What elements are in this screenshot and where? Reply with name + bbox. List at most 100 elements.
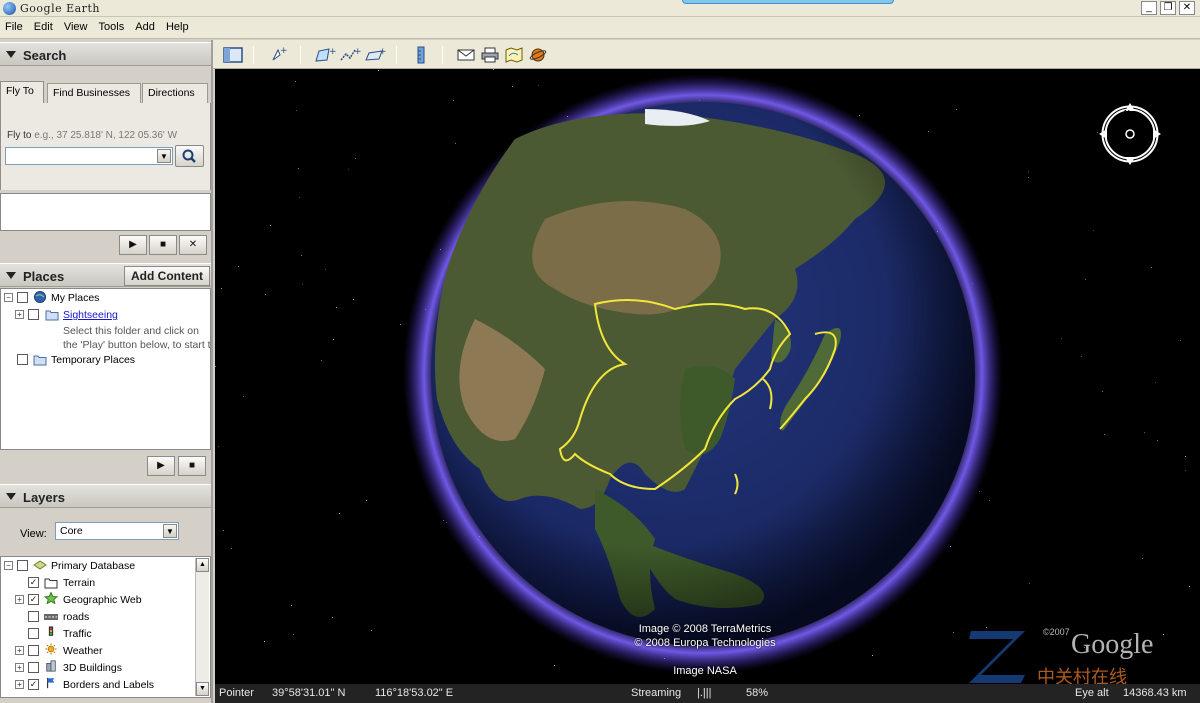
- compass-north-label: N: [1124, 109, 1130, 118]
- view-in-maps-button[interactable]: [503, 44, 525, 66]
- add-content-button[interactable]: Add Content: [124, 266, 210, 286]
- scroll-down-arrow-icon[interactable]: ▼: [196, 682, 209, 696]
- sightseeing-link[interactable]: Sightseeing: [63, 309, 118, 321]
- restore-button[interactable]: ❐: [1160, 1, 1176, 15]
- image-overlay-button[interactable]: +: [364, 44, 387, 66]
- layer-row-terrain[interactable]: ✓ Terrain: [1, 574, 196, 591]
- search-results-box[interactable]: [0, 193, 211, 231]
- scroll-up-arrow-icon[interactable]: ▲: [196, 558, 209, 572]
- layer-row-3d-buildings[interactable]: + 3D Buildings: [1, 659, 196, 676]
- menu-help[interactable]: Help: [161, 17, 192, 33]
- chevron-down-icon[interactable]: ▼: [163, 524, 177, 538]
- close-window-button[interactable]: ✕: [1179, 1, 1195, 15]
- expand-toggle-icon[interactable]: +: [15, 646, 24, 655]
- description-line-2: the 'Play' button below, to start th: [63, 339, 211, 351]
- title-bar: Google Earth _ ❐ ✕: [0, 0, 1200, 17]
- places-section-header[interactable]: Places Add Content: [0, 263, 211, 287]
- layer-label: Traffic: [63, 628, 92, 640]
- collapse-triangle-icon[interactable]: [6, 51, 16, 58]
- layer-checkbox[interactable]: [28, 662, 39, 673]
- attribution-nasa: Image NASA: [673, 665, 737, 677]
- stop-button[interactable]: ■: [149, 235, 177, 255]
- layer-row-weather[interactable]: + Weather: [1, 642, 196, 659]
- temporary-places-checkbox[interactable]: [17, 354, 28, 365]
- collapse-toggle-icon[interactable]: −: [4, 561, 13, 570]
- traffic-light-icon: [48, 626, 54, 636]
- expand-toggle-icon[interactable]: +: [15, 310, 24, 319]
- layer-row-geographic-web[interactable]: + ✓ Geographic Web: [1, 591, 196, 608]
- layer-label: Primary Database: [51, 560, 136, 572]
- layer-row-borders-and-labels[interactable]: + ✓ Borders and Labels: [1, 676, 196, 693]
- envelope-icon: [457, 49, 475, 61]
- layer-row-roads[interactable]: roads: [1, 608, 196, 625]
- add-path-button[interactable]: +: [339, 44, 362, 66]
- add-polygon-button[interactable]: +: [314, 44, 337, 66]
- print-button[interactable]: [479, 44, 501, 66]
- layer-checkbox[interactable]: ✓: [28, 577, 39, 588]
- image-overlay-icon: +: [365, 47, 387, 61]
- sightseeing-checkbox[interactable]: [28, 309, 39, 320]
- search-button[interactable]: [175, 145, 204, 167]
- layer-checkbox[interactable]: ✓: [28, 679, 39, 690]
- compass-icon[interactable]: [1097, 101, 1163, 167]
- toolbar-separator: [300, 46, 301, 64]
- stop-places-button[interactable]: ■: [178, 456, 206, 476]
- collapse-toggle-icon[interactable]: −: [4, 293, 13, 302]
- tree-item-temporary-places[interactable]: Temporary Places: [1, 351, 210, 368]
- title-bar-accent: [682, 0, 894, 4]
- layer-label: Weather: [63, 645, 103, 657]
- menu-file[interactable]: File: [0, 17, 26, 33]
- road-icon: [44, 614, 58, 620]
- layers-tree: − Primary Database ✓ Terrain + ✓ Geograp…: [0, 556, 211, 698]
- places-section-title: Places: [23, 269, 65, 284]
- layers-scrollbar[interactable]: ▲ ▼: [195, 558, 209, 696]
- collapse-triangle-icon[interactable]: [6, 272, 16, 279]
- layer-row-primary-database[interactable]: − Primary Database: [1, 557, 196, 574]
- collapse-triangle-icon[interactable]: [6, 493, 16, 500]
- layers-section-header[interactable]: Layers: [0, 484, 211, 508]
- view-label: View:: [20, 528, 47, 540]
- places-tree: − My Places + Sightseeing Select this fo…: [0, 288, 211, 450]
- expand-toggle-icon[interactable]: +: [15, 595, 24, 604]
- menu-add[interactable]: Add: [130, 17, 158, 33]
- switch-to-sky-button[interactable]: [527, 44, 549, 66]
- layer-checkbox[interactable]: [17, 560, 28, 571]
- my-places-checkbox[interactable]: [17, 292, 28, 303]
- sidebar-toggle-button[interactable]: [222, 44, 244, 66]
- magnifier-icon: [182, 149, 196, 163]
- tab-directions[interactable]: Directions: [142, 83, 208, 103]
- fly-to-input[interactable]: ▼: [5, 147, 173, 165]
- play-tour-button[interactable]: ▶: [119, 235, 147, 255]
- svg-text:+: +: [379, 47, 386, 57]
- tree-item-my-places[interactable]: − My Places: [1, 289, 210, 306]
- clear-search-button[interactable]: ✕: [179, 235, 207, 255]
- menu-tools[interactable]: Tools: [94, 17, 128, 33]
- chevron-down-icon[interactable]: ▼: [157, 149, 171, 163]
- layer-checkbox[interactable]: [28, 645, 39, 656]
- search-section-header[interactable]: Search: [0, 42, 211, 66]
- watermark-brand: Google: [1071, 629, 1154, 660]
- tab-fly-to[interactable]: Fly To: [0, 81, 44, 104]
- view-select[interactable]: Core ▼: [55, 522, 179, 540]
- globe-viewport[interactable]: N Image © 2008 TerraMetrics © 2008 Europ…: [215, 69, 1200, 684]
- tree-item-sightseeing[interactable]: + Sightseeing: [1, 306, 210, 323]
- expand-toggle-icon[interactable]: +: [15, 663, 24, 672]
- flag-icon: [46, 677, 55, 689]
- map-icon: [505, 47, 523, 63]
- svg-text:+: +: [329, 47, 336, 57]
- menu-edit[interactable]: Edit: [29, 17, 56, 33]
- pointer-label: Pointer: [219, 687, 254, 699]
- layer-row-traffic[interactable]: Traffic: [1, 625, 196, 642]
- minimize-button[interactable]: _: [1141, 1, 1157, 15]
- email-button[interactable]: [455, 44, 477, 66]
- menu-view[interactable]: View: [59, 17, 91, 33]
- tab-find-businesses[interactable]: Find Businesses: [47, 83, 141, 103]
- placemark-button[interactable]: +: [267, 44, 289, 66]
- ruler-button[interactable]: [410, 44, 432, 66]
- expand-toggle-icon[interactable]: +: [15, 680, 24, 689]
- layer-checkbox[interactable]: [28, 611, 39, 622]
- layer-checkbox[interactable]: ✓: [28, 594, 39, 605]
- streaming-percent: 58%: [746, 687, 769, 699]
- play-places-button[interactable]: ▶: [147, 456, 175, 476]
- layer-checkbox[interactable]: [28, 628, 39, 639]
